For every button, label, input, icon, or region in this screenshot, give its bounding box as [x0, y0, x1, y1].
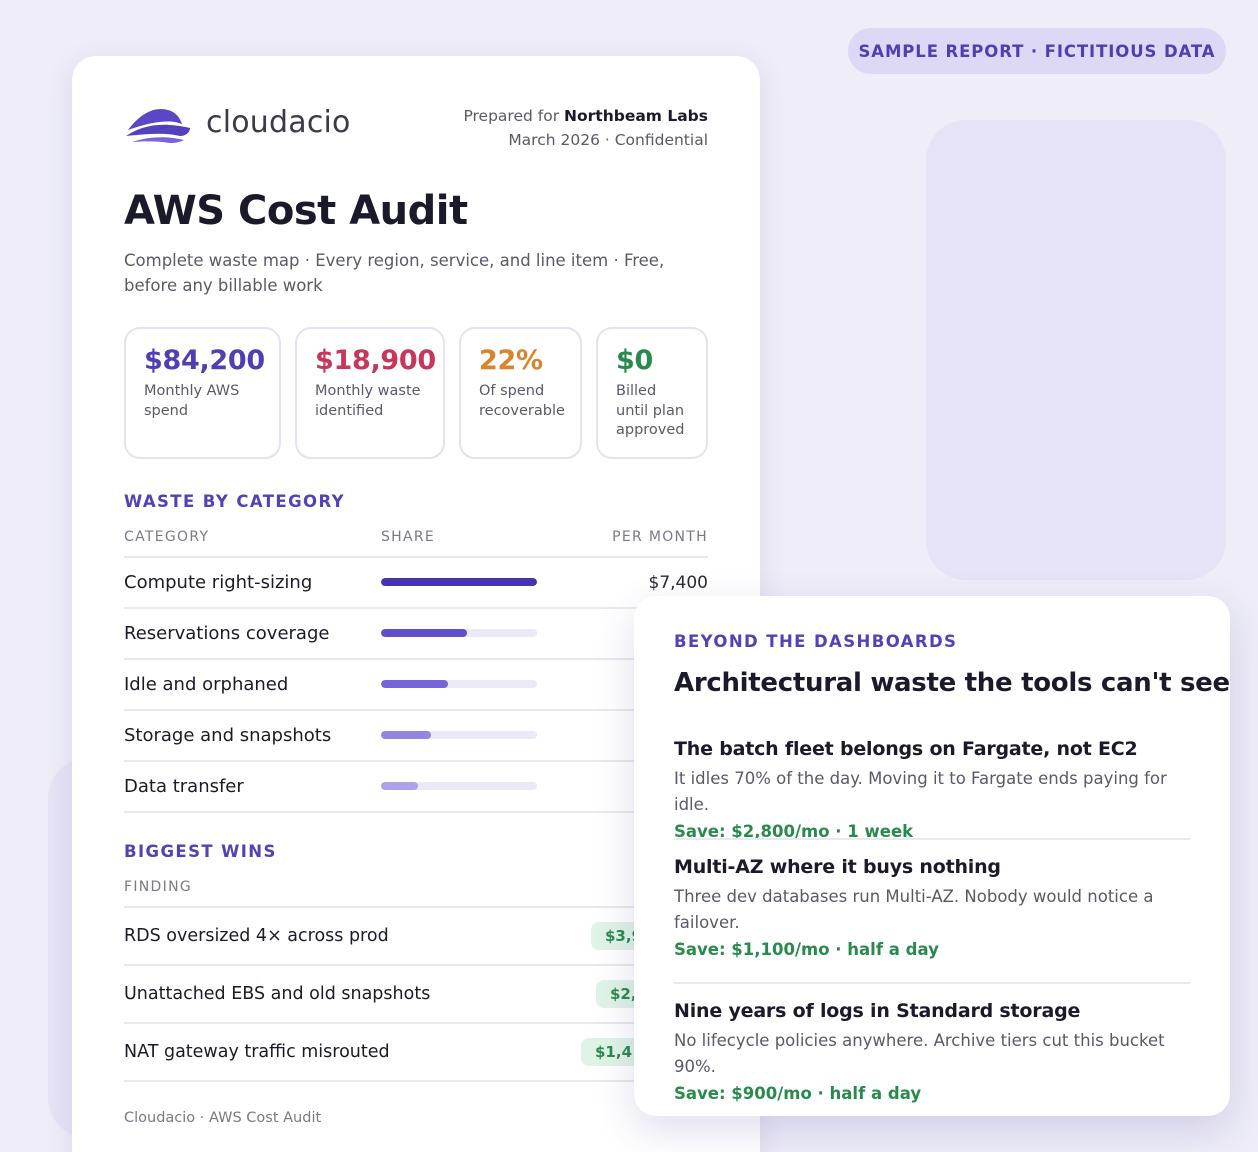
client-name: Northbeam Labs: [564, 107, 708, 125]
divider: [124, 1080, 708, 1082]
prepared-prefix: Prepared for: [463, 107, 560, 125]
share-bar: [381, 680, 537, 688]
divider: [124, 760, 708, 762]
share-bar-fill: [381, 578, 537, 586]
report-subtitle: Complete waste map · Every region, servi…: [124, 251, 665, 295]
report-title: AWS Cost Audit: [124, 188, 468, 234]
stat-card-recoverable: 22% Of spend recoverable: [459, 327, 582, 459]
beyond-title: Architectural waste the tools can't see: [674, 668, 1230, 698]
share-bar-fill: [381, 629, 467, 637]
report-footer: Cloudacio · AWS Cost Audit: [124, 1110, 322, 1126]
beyond-dashboards-card: BEYOND THE DASHBOARDS Architectural wast…: [634, 596, 1230, 1116]
column-header-finding: FINDING: [124, 879, 192, 895]
beyond-eyebrow: BEYOND THE DASHBOARDS: [674, 632, 958, 651]
category-label: Idle and orphaned: [124, 674, 289, 695]
category-value: $7,400: [648, 573, 708, 593]
stat-label: Of spend recoverable: [479, 383, 565, 419]
share-bar: [381, 782, 537, 790]
share-bar-fill: [381, 782, 419, 790]
stat-card-billed: $0 Billed until plan approved: [596, 327, 708, 459]
sample-report-badge: SAMPLE REPORT · FICTITIOUS DATA: [848, 28, 1226, 74]
column-header-share: SHARE: [381, 529, 436, 545]
column-header-per-month: PER MONTH: [612, 529, 708, 545]
category-label: Storage and snapshots: [124, 725, 332, 746]
column-header-category: CATEGORY: [124, 529, 210, 545]
background-panel-right: [926, 120, 1226, 580]
prepared-for: Prepared for Northbeam Labs March 2026 ·…: [463, 104, 708, 152]
win-finding: NAT gateway traffic misrouted: [124, 1042, 390, 1062]
finding-item: Nine years of logs in Standard storage N…: [674, 1000, 1190, 1103]
brand: cloudacio: [124, 100, 351, 144]
divider: [674, 838, 1190, 840]
stat-card-waste-identified: $18,900 Monthly waste identified: [295, 327, 445, 459]
share-bar-fill: [381, 731, 431, 739]
finding-item: Multi-AZ where it buys nothing Three dev…: [674, 856, 1190, 959]
stat-value: 22%: [479, 345, 543, 376]
divider: [124, 811, 708, 813]
divider: [674, 982, 1190, 984]
finding-item: The batch fleet belongs on Fargate, not …: [674, 738, 1190, 841]
finding-savings: Save: $900/mo · half a day: [674, 1084, 922, 1103]
divider: [124, 607, 708, 609]
finding-savings: Save: $1,100/mo · half a day: [674, 940, 939, 959]
wins-section-heading: BIGGEST WINS: [124, 842, 277, 861]
category-label: Compute right-sizing: [124, 572, 313, 593]
divider: [124, 906, 708, 908]
stat-card-monthly-spend: $84,200 Monthly AWS spend: [124, 327, 281, 459]
divider: [124, 964, 708, 966]
divider: [124, 556, 708, 558]
finding-title: Multi-AZ where it buys nothing: [674, 856, 1001, 878]
share-bar: [381, 578, 537, 586]
stat-label: Monthly AWS spend: [144, 383, 240, 419]
stat-label: Monthly waste identified: [315, 383, 421, 419]
report-date: March 2026 · Confidential: [508, 131, 708, 149]
win-finding: Unattached EBS and old snapshots: [124, 984, 431, 1004]
win-finding: RDS oversized 4× across prod: [124, 926, 389, 946]
waste-section-heading: WASTE BY CATEGORY: [124, 492, 345, 511]
stat-label: Billed until plan approved: [616, 383, 685, 438]
stat-value: $84,200: [144, 345, 265, 376]
share-bar: [381, 731, 537, 739]
finding-title: The batch fleet belongs on Fargate, not …: [674, 738, 1138, 760]
share-bar: [381, 629, 537, 637]
divider: [124, 658, 708, 660]
stat-value: $18,900: [315, 345, 436, 376]
brand-name: cloudacio: [206, 104, 351, 140]
finding-body: It idles 70% of the day. Moving it to Fa…: [674, 769, 1167, 814]
finding-body: No lifecycle policies anywhere. Archive …: [674, 1031, 1165, 1076]
cloudacio-wave-logo-icon: [126, 108, 190, 143]
finding-title: Nine years of logs in Standard storage: [674, 1000, 1081, 1022]
finding-body: Three dev databases run Multi-AZ. Nobody…: [674, 887, 1154, 932]
stat-value: $0: [616, 345, 653, 376]
divider: [124, 1022, 708, 1024]
share-bar-fill: [381, 680, 449, 688]
category-label: Data transfer: [124, 776, 244, 797]
category-label: Reservations coverage: [124, 623, 330, 644]
divider: [124, 709, 708, 711]
